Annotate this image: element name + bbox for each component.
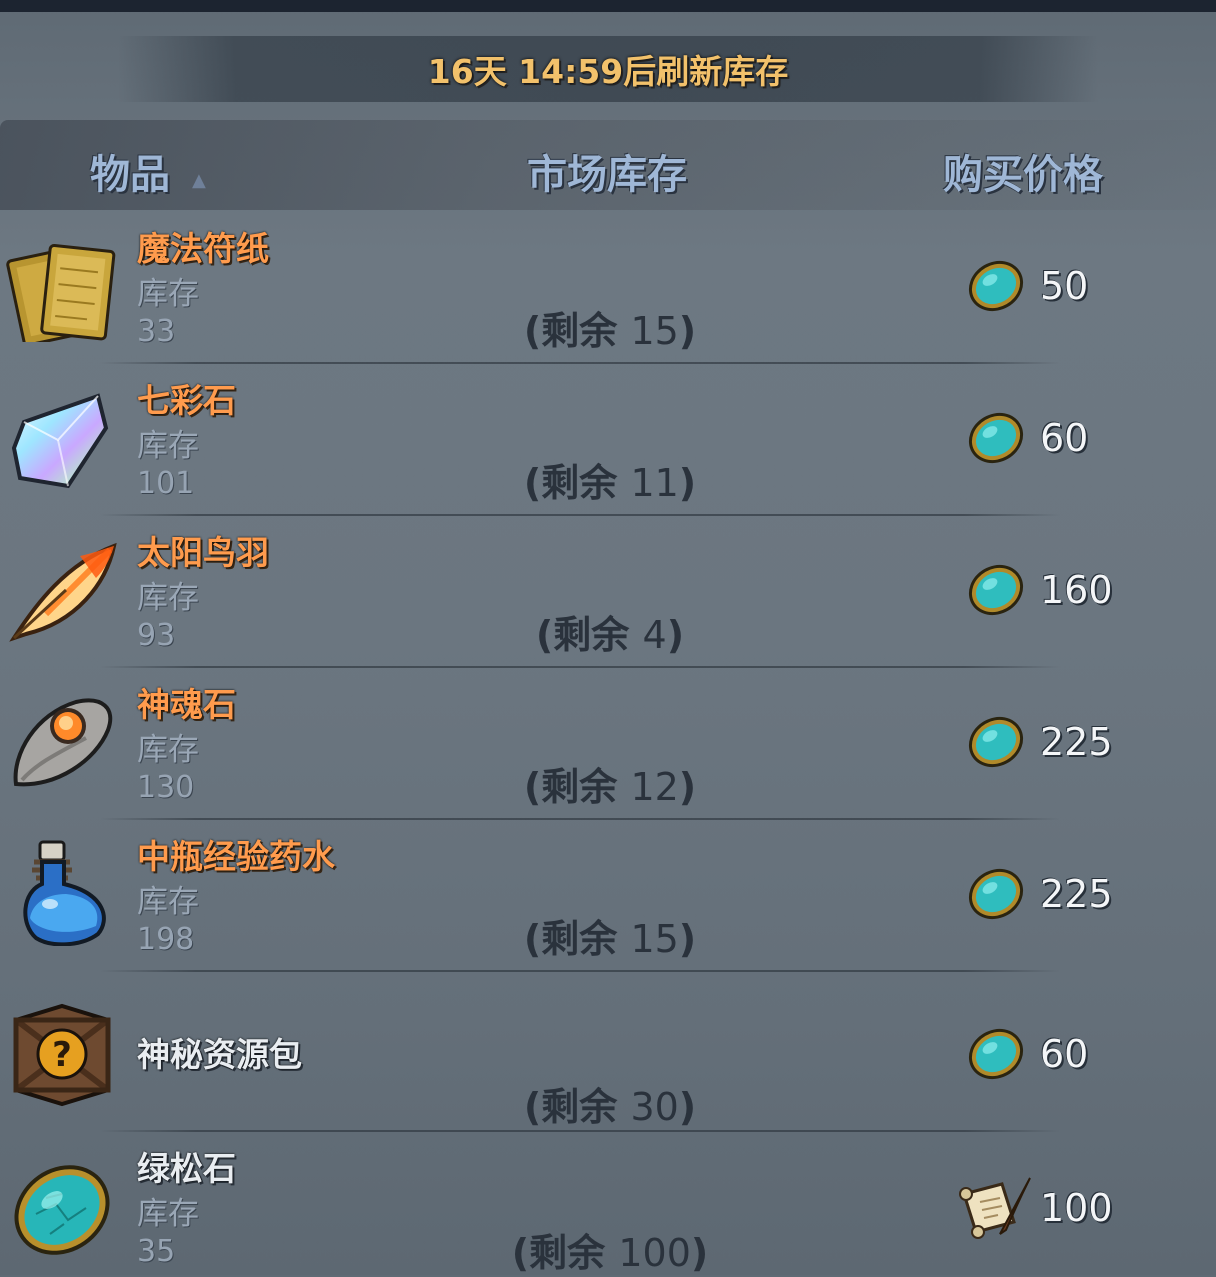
list-item[interactable]: 七彩石 库存 101 (剩余 11) 60 xyxy=(0,364,1216,516)
turquoise-gem-icon xyxy=(962,558,1030,622)
remaining-count: (剩余 15) xyxy=(523,309,697,353)
soul-stone-icon xyxy=(6,684,118,796)
stock-value: 130 xyxy=(137,770,195,805)
price-value: 225 xyxy=(1040,872,1113,916)
stock-value: 33 xyxy=(137,314,176,349)
remaining-count: (剩余 11) xyxy=(523,461,697,505)
price-value: 100 xyxy=(1040,1186,1113,1230)
item-name: 太阳鸟羽 xyxy=(137,533,269,572)
feather-icon xyxy=(6,534,118,646)
column-header-price[interactable]: 购买价格 xyxy=(943,142,1103,200)
magic-paper-icon xyxy=(6,230,118,347)
item-name: 神魂石 xyxy=(137,685,236,724)
rainbow-crystal-icon xyxy=(6,382,118,494)
item-name: 中瓶经验药水 xyxy=(137,837,335,876)
top-bar xyxy=(0,0,1216,12)
stock-value: 198 xyxy=(137,922,195,957)
column-header-market-stock[interactable]: 市场库存 xyxy=(527,142,687,200)
turquoise-gem-icon xyxy=(962,254,1030,318)
item-name: 神秘资源包 xyxy=(137,1035,302,1074)
stock-label: 库存 xyxy=(137,884,199,920)
refresh-timer-text: 16天 14:59后刷新库存 xyxy=(427,52,789,91)
list-item[interactable]: 神魂石 库存 130 (剩余 12) 225 xyxy=(0,668,1216,820)
remaining-count: (剩余 30) xyxy=(523,1085,697,1129)
list-item[interactable]: 中瓶经验药水 库存 198 (剩余 15) 225 xyxy=(0,820,1216,972)
stock-label: 库存 xyxy=(137,276,199,312)
turquoise-gem-icon xyxy=(962,710,1030,774)
scroll-quill-icon xyxy=(958,1172,1034,1242)
column-header-item[interactable]: 物品 xyxy=(90,142,170,200)
remaining-count: (剩余 15) xyxy=(523,917,697,961)
remaining-count: (剩余 12) xyxy=(523,765,697,809)
stock-value: 93 xyxy=(137,618,176,653)
list-item[interactable]: 绿松石 库存 35 (剩余 100) 100 xyxy=(0,1132,1216,1275)
stock-label: 库存 xyxy=(137,1196,199,1232)
turquoise-gem-icon xyxy=(962,1022,1030,1086)
turquoise-gem-icon xyxy=(962,862,1030,926)
price-value: 50 xyxy=(1040,264,1089,308)
stock-label: 库存 xyxy=(137,732,199,768)
sort-ascending-icon[interactable]: ▲ xyxy=(192,170,206,191)
refresh-banner: 16天 14:59后刷新库存 xyxy=(118,36,1098,102)
item-name: 魔法符纸 xyxy=(137,229,269,268)
remaining-count: (剩余 4) xyxy=(535,613,685,657)
item-name: 绿松石 xyxy=(137,1149,236,1188)
list-item[interactable]: 魔法符纸 库存 33 (剩余 15) 50 xyxy=(0,212,1216,364)
list-item[interactable]: ? 神秘资源包 (剩余 30) 60 xyxy=(0,972,1216,1132)
list-item[interactable]: 太阳鸟羽 库存 93 (剩余 4) 160 xyxy=(0,516,1216,668)
turquoise-gem-icon xyxy=(6,1154,118,1266)
remaining-count: (剩余 100) xyxy=(511,1231,709,1275)
stock-value: 35 xyxy=(137,1234,176,1269)
price-value: 60 xyxy=(1040,416,1089,460)
table-header: 物品 ▲ 市场库存 购买价格 xyxy=(0,120,1216,210)
stock-label: 库存 xyxy=(137,428,199,464)
potion-icon xyxy=(6,834,118,947)
price-value: 160 xyxy=(1040,568,1113,612)
item-name: 七彩石 xyxy=(137,381,236,420)
stock-value: 101 xyxy=(137,466,195,501)
mystery-crate-icon: ? xyxy=(6,998,118,1110)
price-value: 225 xyxy=(1040,720,1113,764)
svg-text:?: ? xyxy=(52,1035,72,1075)
price-value: 60 xyxy=(1040,1032,1089,1076)
turquoise-gem-icon xyxy=(962,406,1030,470)
stock-label: 库存 xyxy=(137,580,199,616)
